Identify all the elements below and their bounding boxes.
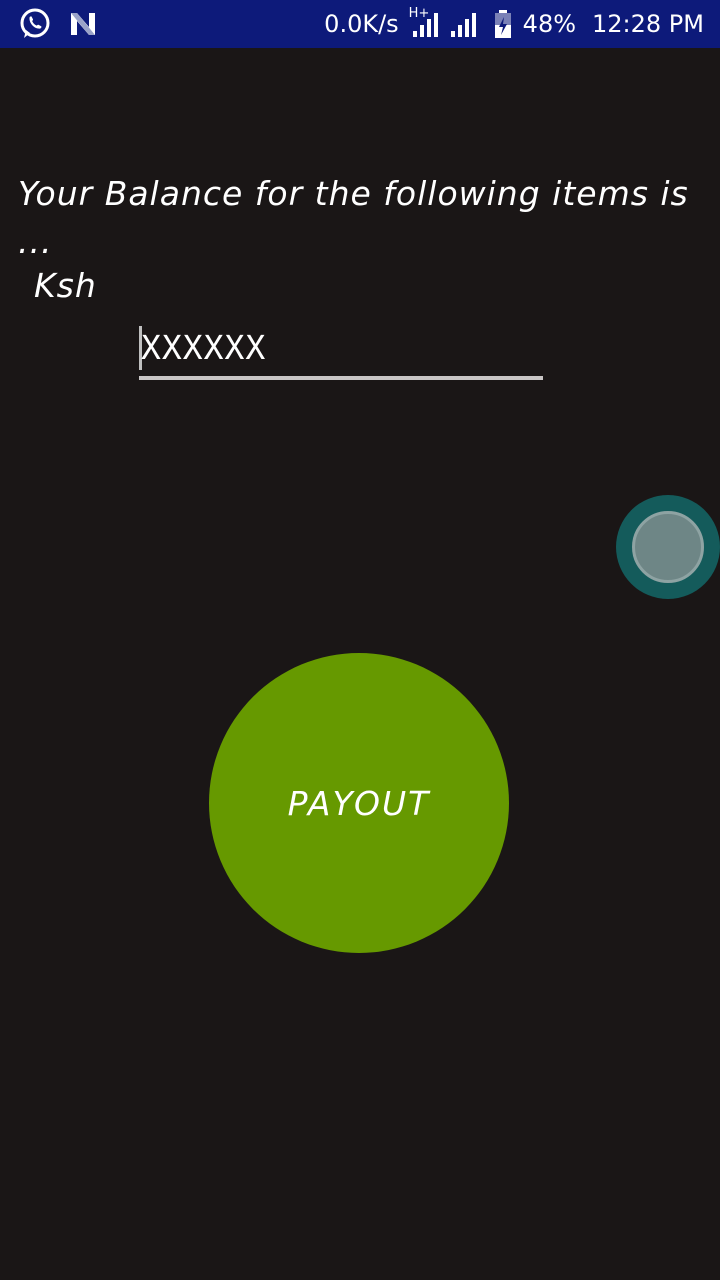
signal-icon: H+	[408, 6, 483, 39]
clock: 12:28 PM	[592, 10, 704, 38]
amount-field[interactable]: XXXXXX	[139, 322, 543, 380]
currency-label: Ksh	[34, 266, 97, 305]
amount-value: XXXXXX	[141, 328, 267, 367]
app-screen: 0.0K/s H+ 48% 12:28 PM Your Balance for …	[0, 0, 720, 1280]
balance-heading: Your Balance for the following items is …	[18, 174, 689, 261]
payout-button[interactable]: PAYOUT	[209, 653, 509, 953]
floating-bubble-core	[632, 511, 704, 583]
status-bar: 0.0K/s H+ 48% 12:28 PM	[0, 0, 720, 48]
battery-charging-icon	[493, 9, 513, 39]
payout-button-label: PAYOUT	[287, 783, 431, 823]
whatsapp-icon	[18, 7, 52, 41]
network-type-label: H+	[408, 6, 430, 21]
status-bar-system: 0.0K/s H+ 48% 12:28 PM	[324, 0, 704, 48]
status-bar-notifications	[18, 6, 98, 42]
network-speed: 0.0K/s	[324, 10, 399, 38]
n-notification-icon	[68, 9, 98, 39]
floating-assistive-bubble[interactable]	[616, 495, 720, 599]
battery-percent: 48%	[522, 10, 577, 38]
